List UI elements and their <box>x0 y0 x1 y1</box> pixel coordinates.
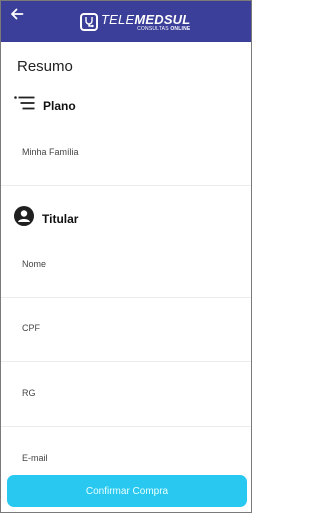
field-label-email: E-mail <box>22 453 48 463</box>
logo-sub-consultas: CONSULTAS <box>137 25 169 32</box>
stethoscope-logo-icon <box>80 13 98 31</box>
plano-title: Plano <box>43 98 76 113</box>
back-button[interactable] <box>10 7 28 23</box>
titular-field-cpf: CPF <box>1 298 251 362</box>
logo-text-medsul: MEDSUL <box>134 11 191 27</box>
titular-title: Titular <box>42 211 79 226</box>
logo-text-tele: TELE <box>101 11 135 27</box>
titular-field-rg: RG <box>1 363 251 427</box>
person-circle-icon <box>14 206 34 231</box>
app-header: TELEMEDSUL CONSULTAS ONLINE <box>1 1 251 42</box>
plano-value-row: Minha Família <box>1 122 251 186</box>
field-label-cpf: CPF <box>22 323 40 333</box>
confirm-purchase-button[interactable]: Confirmar Compra <box>7 475 247 507</box>
logo-sub-online: ONLINE <box>170 25 191 32</box>
plano-section-header: Plano <box>14 96 76 115</box>
titular-section-header: Titular <box>14 206 78 231</box>
telemedsul-logo: TELEMEDSUL CONSULTAS ONLINE <box>80 10 190 34</box>
arrow-left-icon <box>10 7 28 21</box>
app-screen: TELEMEDSUL CONSULTAS ONLINE Resumo Plano… <box>0 0 252 513</box>
confirm-purchase-label: Confirmar Compra <box>85 485 169 497</box>
plano-value: Minha Família <box>22 147 79 157</box>
page-title: Resumo <box>17 58 73 75</box>
titular-field-nome: Nome <box>1 234 251 298</box>
list-icon <box>14 96 35 115</box>
field-label-nome: Nome <box>22 259 47 269</box>
field-label-rg: RG <box>22 388 36 398</box>
